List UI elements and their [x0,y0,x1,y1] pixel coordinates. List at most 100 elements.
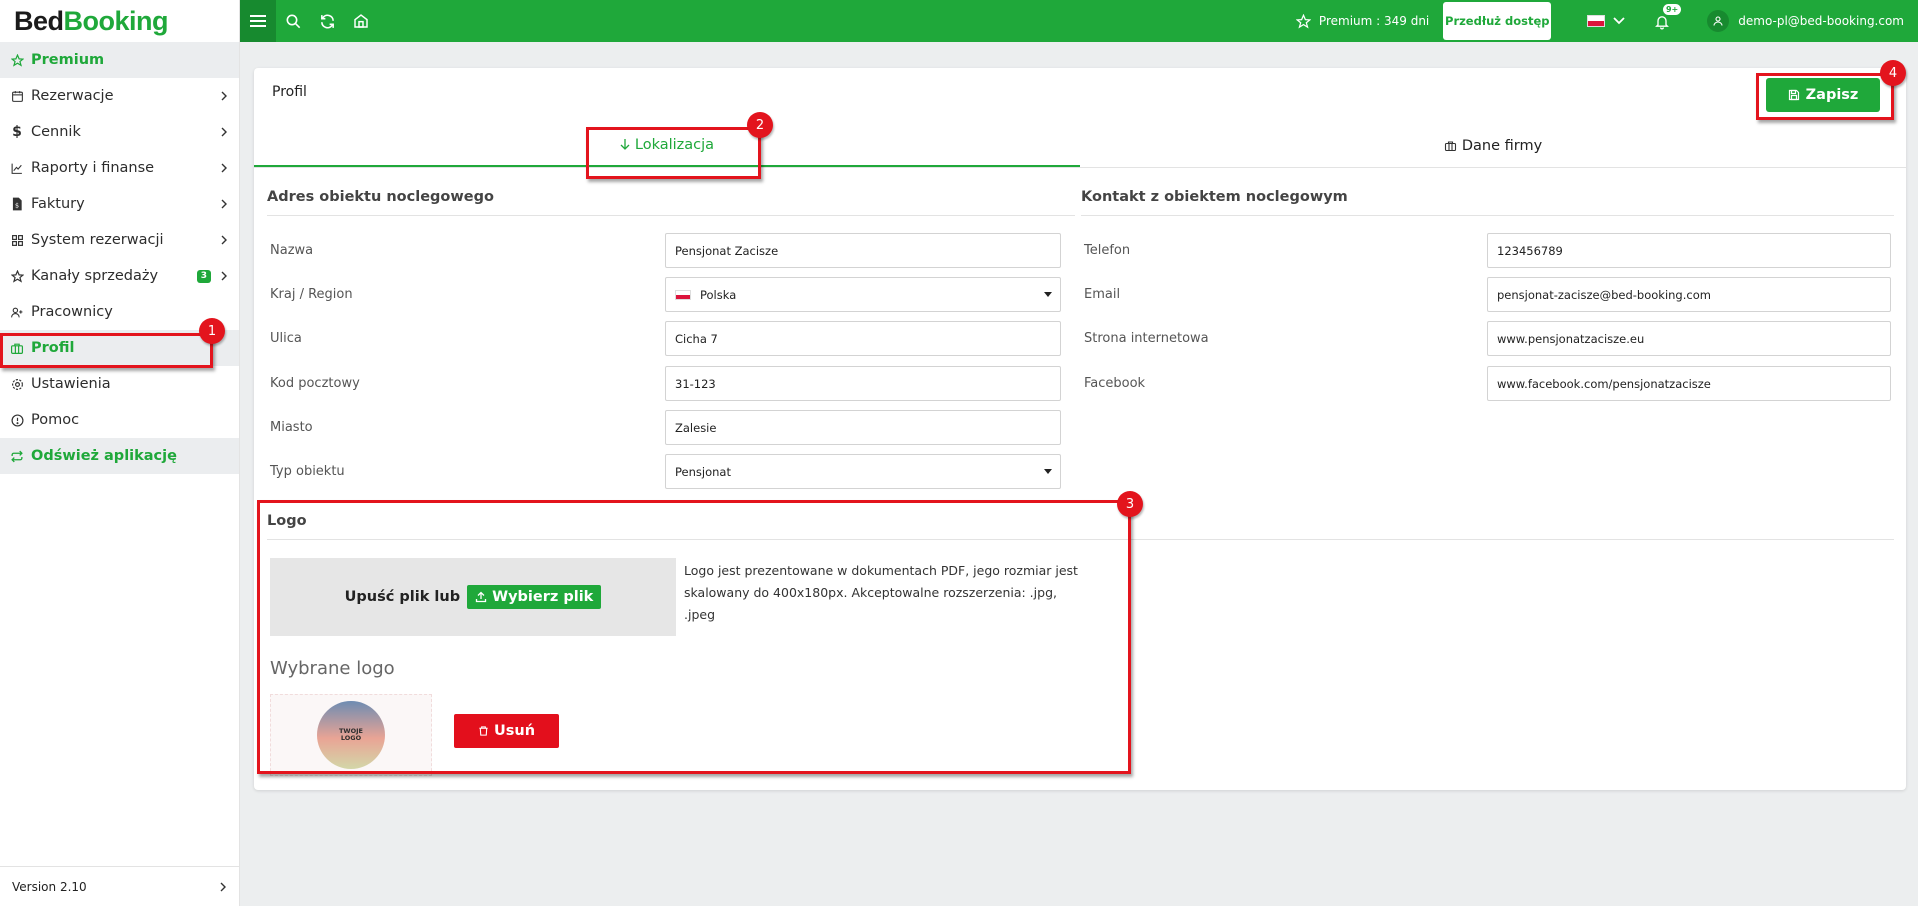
count-badge: 3 [196,269,211,283]
callout-badge-4: 4 [1880,60,1906,86]
sidebar-item-label: Raporty i finanse [31,160,155,176]
callout-badge-2: 2 [747,112,773,138]
extend-access-button[interactable]: Przedłuż dostęp [1443,2,1552,40]
sidebar-item-label: Pracownicy [31,304,113,320]
field-label-nazwa: Nazwa [270,243,314,258]
sidebar-item-system-rezerwacji[interactable]: System rezerwacji [0,222,239,258]
grid-icon [9,232,25,248]
sidebar-item-label: Kanały sprzedaży [31,268,159,284]
user-menu[interactable]: demo-pl@bed-booking.com [1707,10,1904,32]
refresh-icon [320,14,334,28]
sidebar-item-label: Odśwież aplikację [31,448,177,464]
tabs: Lokalizacja Dane firmy [254,125,1906,168]
refresh-icon [9,448,25,464]
postal-code-input[interactable]: 31-123 [665,366,1061,401]
sidebar-item-raporty[interactable]: Raporty i finanse [0,150,239,186]
language-selector[interactable] [1587,15,1625,27]
field-label-typ: Typ obiektu [270,464,345,479]
caret-down-icon [1044,469,1052,474]
sidebar-item-premium[interactable]: Premium [0,42,239,78]
home-button[interactable] [344,0,378,42]
facebook-input[interactable]: www.facebook.com/pensjonatzacisze [1487,366,1891,401]
field-label-facebook: Facebook [1084,376,1146,391]
street-input[interactable]: Cicha 7 [665,321,1061,356]
sidebar-item-kanaly[interactable]: Kanały sprzedaży 3 [0,258,239,294]
star-icon [9,52,25,68]
poland-flag-icon [1587,15,1606,27]
property-type-value: Pensjonat [675,464,731,479]
notifications-button[interactable]: 9+ [1651,4,1682,32]
dollar-icon: $ [12,124,22,140]
version-selector[interactable]: Version 2.10 [0,866,240,906]
premium-status-text: Premium : 349 dni [1318,14,1430,28]
chevron-right-icon [221,271,227,281]
chevron-right-icon [221,163,227,173]
search-icon [286,14,301,29]
field-label-kod: Kod pocztowy [270,376,360,391]
notification-count-badge: 9+ [1662,4,1682,15]
phone-input[interactable]: 123456789 [1487,233,1891,268]
invoice-icon: $ [9,196,25,212]
menu-toggle-button[interactable] [240,0,276,42]
address-section-title: Adres obiektu noclegowego [267,189,494,205]
callout-box-4 [1756,73,1894,120]
email-input[interactable]: pensjonat-zacisze@bed-booking.com [1487,277,1891,312]
sidebar-item-pomoc[interactable]: Pomoc [0,402,239,438]
gear-icon [9,376,25,392]
city-input[interactable]: Zalesie [665,410,1061,445]
website-input[interactable]: www.pensjonatzacisze.eu [1487,321,1891,356]
field-label-email: Email [1084,287,1121,302]
app-logo[interactable]: Bed Booking [0,0,239,42]
chevron-right-icon [220,882,226,891]
search-button[interactable] [276,0,310,42]
divider [267,215,1075,216]
star-icon [1295,13,1311,29]
caret-down-icon [1044,292,1052,297]
logo-text-booking: Booking [63,5,169,36]
logo-text-bed: Bed [14,5,64,36]
top-bar: Premium : 349 dni Przedłuż dostęp 9+ dem… [240,0,1918,42]
page-title: Profil [272,84,307,100]
sidebar-item-faktury[interactable]: $ Faktury [0,186,239,222]
premium-status[interactable]: Premium : 349 dni [1295,13,1430,29]
sidebar-item-rezerwacje[interactable]: Rezerwacje [0,78,239,114]
chevron-right-icon [221,127,227,137]
sidebar-item-label: Pomoc [31,412,80,428]
sidebar-item-ustawienia[interactable]: Ustawienia [0,366,239,402]
svg-text:$: $ [15,202,19,210]
chevron-right-icon [221,199,227,209]
refresh-button[interactable] [310,0,344,42]
sidebar: Bed Booking Premium Rezerwacje $ Cennik R… [0,0,240,906]
sidebar-item-label: Cennik [31,124,81,140]
home-icon [354,14,368,28]
sidebar-item-cennik[interactable]: $ Cennik [0,114,239,150]
divider [1081,215,1894,216]
hamburger-icon [250,15,266,27]
callout-box-2 [586,127,761,179]
field-label-miasto: Miasto [270,420,313,435]
field-label-ulica: Ulica [270,331,302,346]
callout-box-3 [257,500,1131,774]
callout-box-1 [0,333,213,368]
sidebar-item-odswiez[interactable]: Odśwież aplikację [0,438,239,474]
user-add-icon [9,304,25,320]
name-input[interactable]: Pensjonat Zacisze [665,233,1061,268]
tab-dane-firmy[interactable]: Dane firmy [1080,125,1906,167]
country-select[interactable]: Polska [665,277,1061,312]
chart-icon [9,160,25,176]
chevron-right-icon [221,91,227,101]
user-email: demo-pl@bed-booking.com [1738,14,1904,28]
contact-section-title: Kontakt z obiektem noclegowym [1081,189,1348,205]
chevron-down-icon [1613,17,1625,25]
sidebar-item-label: System rezerwacji [31,232,164,248]
calendar-icon [9,88,25,104]
sidebar-item-label: Premium [31,52,105,68]
field-label-kraj: Kraj / Region [270,287,353,302]
briefcase-icon [1444,141,1456,152]
property-type-select[interactable]: Pensjonat [665,454,1061,489]
field-label-telefon: Telefon [1084,243,1131,258]
callout-badge-3: 3 [1117,491,1143,517]
tab-label: Dane firmy [1461,138,1543,154]
top-bar-right: Premium : 349 dni Przedłuż dostęp 9+ dem… [1295,0,1918,42]
field-label-www: Strona internetowa [1084,331,1209,346]
